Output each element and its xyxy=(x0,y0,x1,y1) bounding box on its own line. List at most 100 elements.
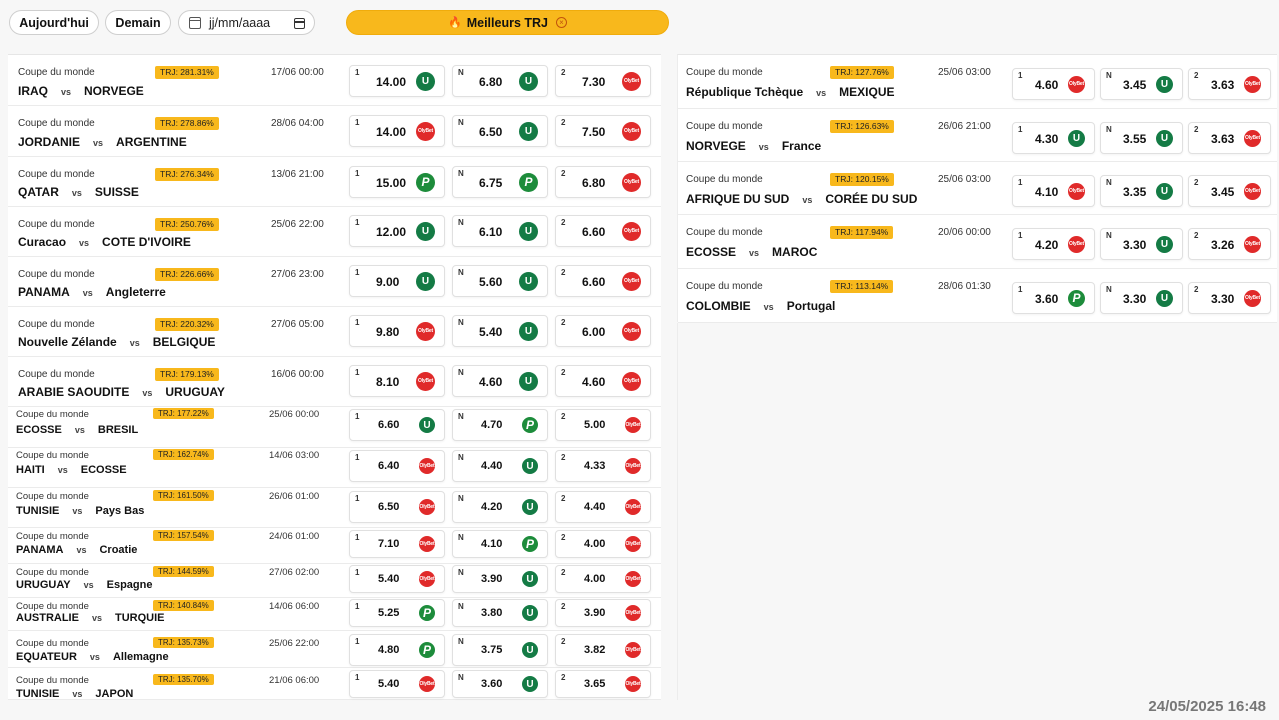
odds-button[interactable]: 1 14.00 OlyBet xyxy=(349,115,445,147)
odds-button[interactable]: N 6.75 P xyxy=(452,166,548,198)
odds-button[interactable]: 1 6.40 OlyBet xyxy=(349,450,445,482)
odds-button[interactable]: 1 5.40 OlyBet xyxy=(349,670,445,698)
match-row: Coupe du monde TRJ: 135.70% 21/06 06:00 TUN… xyxy=(8,668,661,700)
match-teams[interactable]: TUNISIE vs Pays Bas xyxy=(16,505,144,517)
odds-button[interactable]: N 6.10 U xyxy=(452,215,548,247)
odds-button[interactable]: N 3.55 U xyxy=(1100,122,1183,154)
match-teams[interactable]: COLOMBIE vs Portugal xyxy=(686,299,835,313)
match-teams[interactable]: HAITI vs ECOSSE xyxy=(16,464,127,476)
odds-button[interactable]: 2 4.60 OlyBet xyxy=(555,365,651,397)
today-button[interactable]: Aujourd'hui xyxy=(9,10,99,35)
odds-button[interactable]: 2 5.00 OlyBet xyxy=(555,409,651,441)
odds-button[interactable]: 1 3.60 P xyxy=(1012,282,1095,314)
odds-button[interactable]: 1 9.80 OlyBet xyxy=(349,315,445,347)
odds-button[interactable]: 1 4.60 OlyBet xyxy=(1012,68,1095,100)
match-teams[interactable]: IRAQ vs NORVEGE xyxy=(18,84,144,98)
odds-button[interactable]: N 3.80 U xyxy=(452,599,548,627)
match-teams[interactable]: JORDANIE vs ARGENTINE xyxy=(18,135,187,149)
match-teams[interactable]: ARABIE SAOUDITE vs URUGUAY xyxy=(18,385,225,399)
match-teams[interactable]: URUGUAY vs Espagne xyxy=(16,579,152,591)
odds-button[interactable]: N 3.90 U xyxy=(452,565,548,593)
odds-button[interactable]: N 4.40 U xyxy=(452,450,548,482)
odds-button[interactable]: 1 14.00 U xyxy=(349,65,445,97)
olybet-logo-icon: OlyBet xyxy=(622,321,641,341)
odds-button[interactable]: 2 7.30 OlyBet xyxy=(555,65,651,97)
match-teams[interactable]: ECOSSE vs MAROC xyxy=(686,245,817,259)
odds-button[interactable]: 1 4.30 U xyxy=(1012,122,1095,154)
odds-button[interactable]: N 5.40 U xyxy=(452,315,548,347)
unibet-logo-icon: U xyxy=(1068,129,1085,147)
odds-button[interactable]: 2 4.33 OlyBet xyxy=(555,450,651,482)
match-teams[interactable]: QATAR vs SUISSE xyxy=(18,185,139,199)
odds-button[interactable]: N 6.50 U xyxy=(452,115,548,147)
odds-button[interactable]: 1 9.00 U xyxy=(349,265,445,297)
unibet-logo-icon: U xyxy=(416,221,435,241)
best-trj-button[interactable]: 🔥 Meilleurs TRJ × xyxy=(346,10,669,35)
odds-button[interactable]: N 3.30 U xyxy=(1100,282,1183,314)
date-picker-icon[interactable] xyxy=(294,18,305,29)
match-teams[interactable]: AFRIQUE DU SUD vs CORÉE DU SUD xyxy=(686,192,917,206)
home-team: République Tchèque xyxy=(686,85,804,99)
match-datetime: 28/06 01:30 xyxy=(938,281,991,292)
odds-button[interactable]: 2 4.00 OlyBet xyxy=(555,530,651,558)
odds-button[interactable]: 1 12.00 U xyxy=(349,215,445,247)
odds-button[interactable]: 2 3.30 OlyBet xyxy=(1188,282,1271,314)
odds-button[interactable]: 2 7.50 OlyBet xyxy=(555,115,651,147)
odds-button[interactable]: N 3.60 U xyxy=(452,670,548,698)
match-datetime: 25/06 22:00 xyxy=(269,638,320,649)
odds-button[interactable]: N 4.10 P xyxy=(452,530,548,558)
odds-button[interactable]: 2 3.45 OlyBet xyxy=(1188,175,1271,207)
odds-button[interactable]: N 6.80 U xyxy=(452,65,548,97)
odds-button[interactable]: 2 3.82 OlyBet xyxy=(555,634,651,666)
trj-badge: TRJ: 120.15% xyxy=(830,173,894,186)
competition-label: Coupe du monde xyxy=(16,567,89,578)
match-teams[interactable]: NORVEGE vs France xyxy=(686,139,821,153)
odds-button[interactable]: 2 4.40 OlyBet xyxy=(555,491,651,523)
odds-button[interactable]: 1 4.80 P xyxy=(349,634,445,666)
odds-button[interactable]: 1 4.20 OlyBet xyxy=(1012,228,1095,260)
odds-button[interactable]: 2 3.63 OlyBet xyxy=(1188,122,1271,154)
odds-button[interactable]: 2 3.65 OlyBet xyxy=(555,670,651,698)
match-teams[interactable]: ECOSSE vs BRESIL xyxy=(16,424,138,436)
tomorrow-button[interactable]: Demain xyxy=(105,10,171,35)
odds-button[interactable]: 1 5.40 OlyBet xyxy=(349,565,445,593)
match-teams[interactable]: EQUATEUR vs Allemagne xyxy=(16,651,169,663)
odds-button[interactable]: N 3.35 U xyxy=(1100,175,1183,207)
odds-button[interactable]: 2 6.00 OlyBet xyxy=(555,315,651,347)
odds-button[interactable]: 2 3.26 OlyBet xyxy=(1188,228,1271,260)
date-input[interactable]: jj/mm/aaaa xyxy=(178,10,315,35)
match-teams[interactable]: Nouvelle Zélande vs BELGIQUE xyxy=(18,335,215,349)
match-teams[interactable]: PANAMA vs Croatie xyxy=(16,544,137,556)
odds-button[interactable]: N 3.75 U xyxy=(452,634,548,666)
odds-button[interactable]: 1 5.25 P xyxy=(349,599,445,627)
match-teams[interactable]: PANAMA vs Angleterre xyxy=(18,285,166,299)
odds-button[interactable]: 1 8.10 OlyBet xyxy=(349,365,445,397)
match-teams[interactable]: République Tchèque vs MEXIQUE xyxy=(686,85,894,99)
odds-button[interactable]: 1 6.60 U xyxy=(349,409,445,441)
odds-button[interactable]: 2 3.63 OlyBet xyxy=(1188,68,1271,100)
odds-button[interactable]: 1 7.10 OlyBet xyxy=(349,530,445,558)
home-team: NORVEGE xyxy=(686,139,746,153)
odds-button[interactable]: N 5.60 U xyxy=(452,265,548,297)
odds-button[interactable]: 2 6.60 OlyBet xyxy=(555,265,651,297)
match-teams[interactable]: AUSTRALIE vs TURQUIE xyxy=(16,612,164,624)
odds-button[interactable]: N 4.20 U xyxy=(452,491,548,523)
match-teams[interactable]: Curacao vs COTE D'IVOIRE xyxy=(18,235,191,249)
odds-button[interactable]: 2 3.90 OlyBet xyxy=(555,599,651,627)
odds-button[interactable]: 2 6.60 OlyBet xyxy=(555,215,651,247)
odds-button[interactable]: 1 15.00 P xyxy=(349,166,445,198)
odds-button[interactable]: 1 4.10 OlyBet xyxy=(1012,175,1095,207)
odds-button[interactable]: 2 6.80 OlyBet xyxy=(555,166,651,198)
olybet-logo-icon: OlyBet xyxy=(625,417,641,433)
odds-button[interactable]: N 3.30 U xyxy=(1100,228,1183,260)
odds-button[interactable]: N 3.45 U xyxy=(1100,68,1183,100)
match-teams[interactable]: TUNISIE vs JAPON xyxy=(16,688,133,700)
odds-button[interactable]: N 4.60 U xyxy=(452,365,548,397)
odds-outcome-label: 2 xyxy=(561,218,566,227)
odds-button[interactable]: 1 6.50 OlyBet xyxy=(349,491,445,523)
clear-filter-icon[interactable]: × xyxy=(555,17,567,28)
odds-button[interactable]: N 4.70 P xyxy=(452,409,548,441)
odds-button[interactable]: 2 4.00 OlyBet xyxy=(555,565,651,593)
home-team: URUGUAY xyxy=(16,579,71,591)
odds-value: 5.40 xyxy=(378,573,400,585)
